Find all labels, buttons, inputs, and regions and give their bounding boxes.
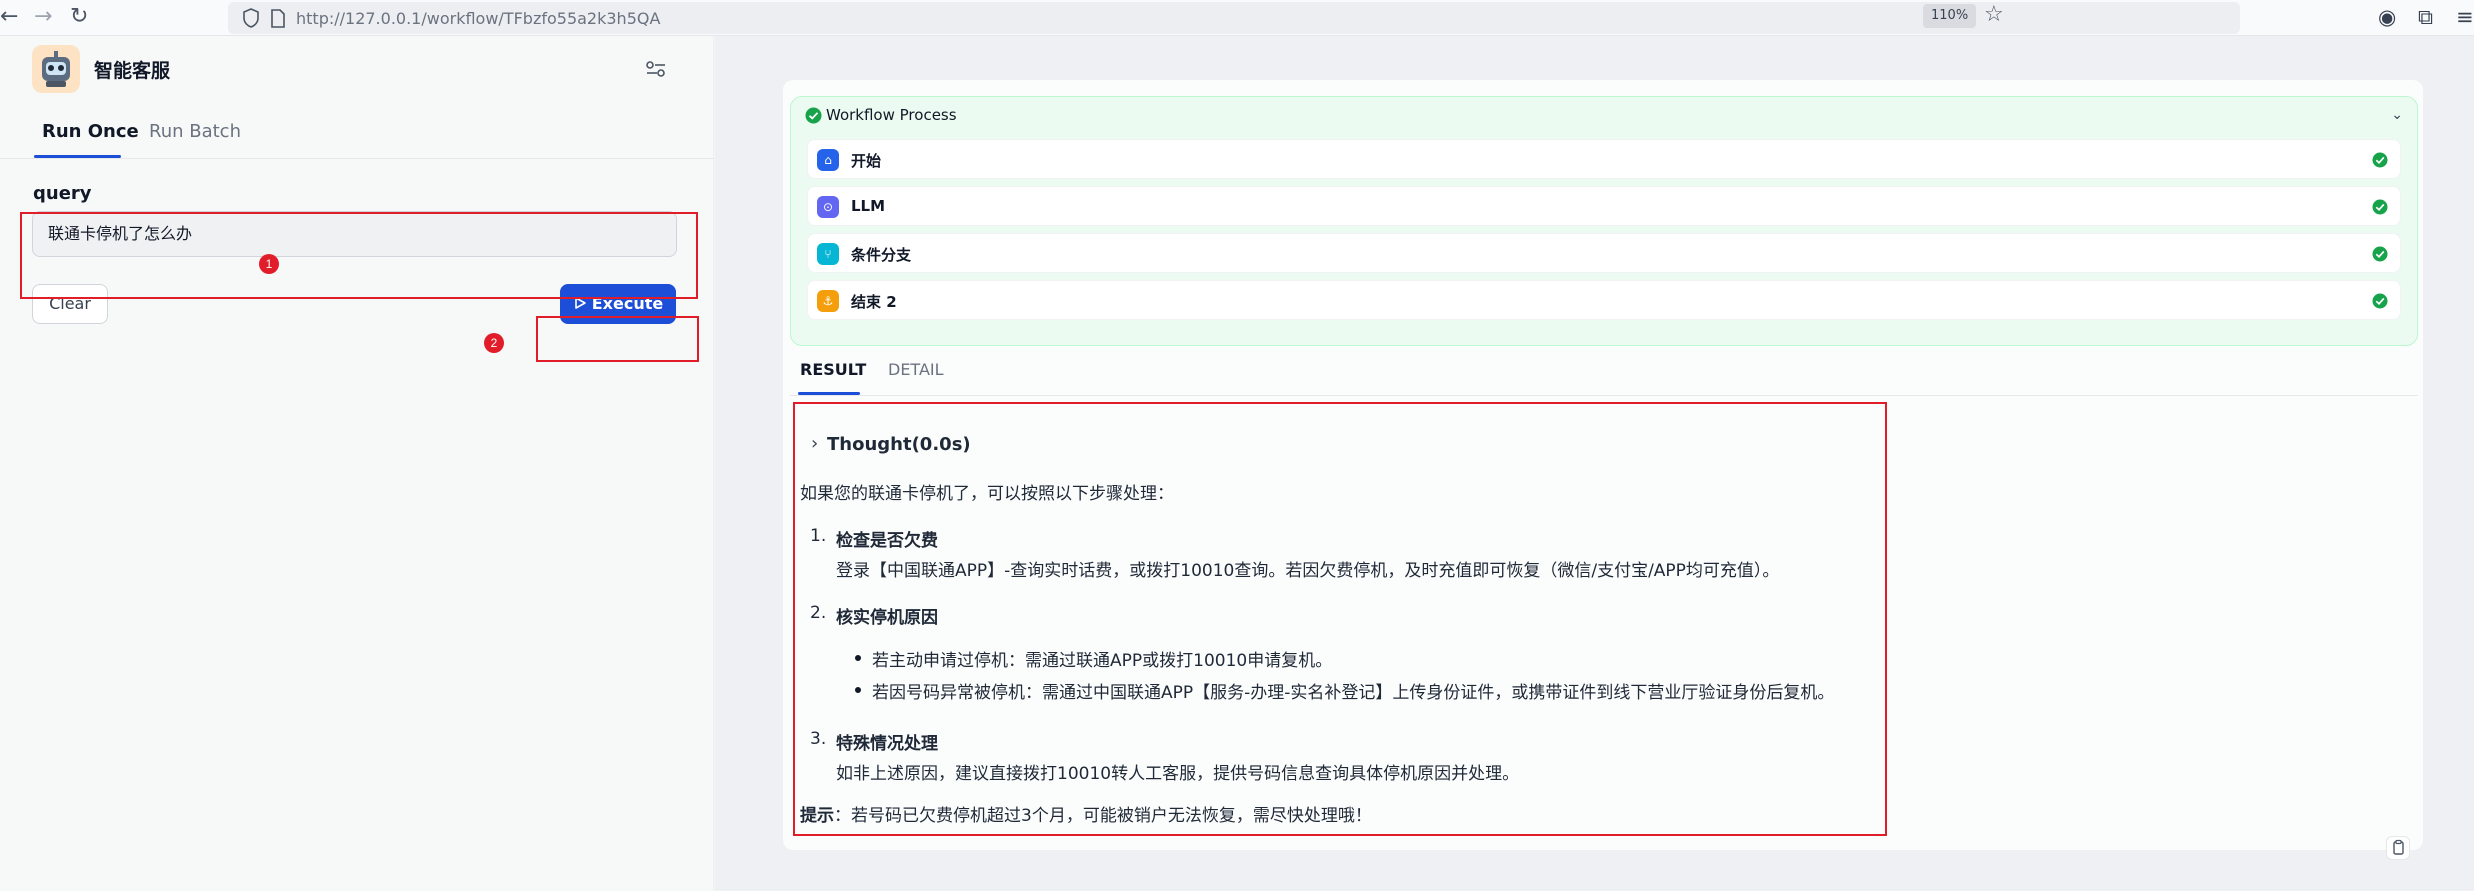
zoom-level[interactable]: 110%	[1923, 4, 1977, 28]
node-label: LLM	[851, 197, 886, 215]
chevron-down-icon[interactable]: ⌄	[2391, 107, 2403, 123]
workflow-node-branch[interactable]: ⑂ 条件分支	[807, 233, 2401, 273]
reload-icon[interactable]: ↻	[70, 4, 88, 30]
check-circle-icon	[2372, 199, 2388, 215]
back-icon[interactable]: ←	[0, 4, 18, 30]
highlight-box-execute	[536, 316, 699, 362]
workflow-node-end[interactable]: ⚓ 结束 2	[807, 280, 2401, 320]
workflow-node-llm[interactable]: ⊙ LLM	[807, 186, 2401, 226]
branch-icon: ⑂	[817, 243, 839, 265]
node-label: 结束 2	[851, 293, 897, 311]
check-circle-icon	[2372, 246, 2388, 262]
tabs-divider	[0, 158, 714, 159]
workflow-node-start[interactable]: ⌂ 开始	[807, 139, 2401, 179]
result-tabs-divider	[790, 395, 2418, 396]
robot-icon	[42, 51, 70, 87]
bookmark-star-icon[interactable]: ☆	[1984, 2, 2004, 27]
app-avatar	[32, 45, 80, 93]
menu-icon[interactable]: ≡	[2456, 5, 2474, 29]
annotation-marker-2: 2	[484, 333, 504, 353]
end-icon: ⚓	[817, 290, 839, 312]
check-circle-icon	[2372, 152, 2388, 168]
forward-icon[interactable]: →	[34, 4, 52, 30]
tab-run-once[interactable]: Run Once	[42, 121, 139, 142]
tab-result[interactable]: RESULT	[800, 360, 866, 379]
extensions-icon[interactable]: ⧉	[2418, 5, 2433, 30]
check-circle-icon	[805, 107, 822, 124]
app-title: 智能客服	[94, 60, 171, 82]
highlight-box-query	[20, 212, 698, 299]
workflow-title: Workflow Process	[826, 106, 957, 124]
node-label: 开始	[851, 152, 882, 170]
annotation-marker-1: 1	[259, 254, 279, 274]
account-icon[interactable]: ◉	[2378, 5, 2396, 29]
llm-icon: ⊙	[817, 196, 839, 218]
left-panel	[0, 36, 714, 891]
tab-run-batch[interactable]: Run Batch	[149, 121, 241, 142]
highlight-box-result	[793, 402, 1887, 836]
browser-toolbar: ← → ↻ http://127.0.0.1/workflow/TFbzfo55…	[0, 0, 2474, 36]
query-label: query	[33, 183, 92, 204]
home-icon: ⌂	[817, 149, 839, 171]
copy-icon[interactable]	[2386, 836, 2410, 860]
check-circle-icon	[2372, 293, 2388, 309]
node-label: 条件分支	[851, 246, 912, 264]
settings-sliders-icon[interactable]	[645, 58, 667, 80]
page-icon	[271, 9, 285, 28]
workflow-process[interactable]: Workflow Process ⌄ ⌂ 开始 ⊙ LLM ⑂ 条件分支 ⚓ 结…	[790, 96, 2418, 346]
shield-icon	[243, 8, 259, 28]
url-text: http://127.0.0.1/workflow/TFbzfo55a2k3h5…	[296, 9, 661, 28]
tab-detail[interactable]: DETAIL	[888, 360, 944, 379]
